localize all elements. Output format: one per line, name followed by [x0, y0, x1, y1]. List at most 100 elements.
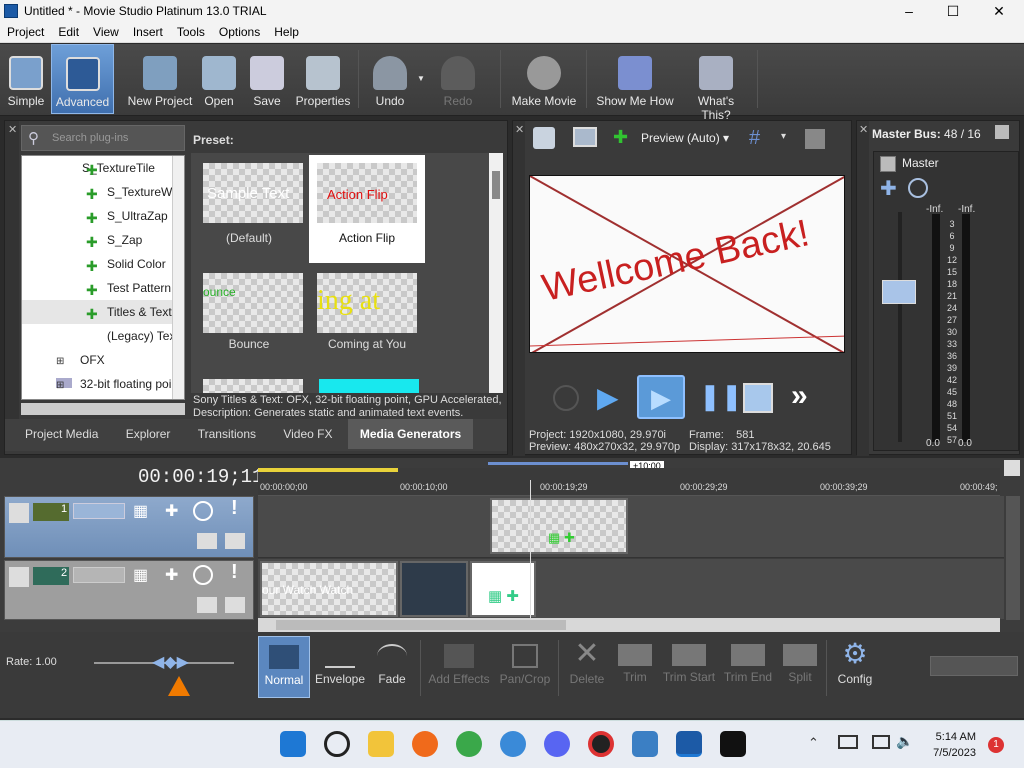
- play-button[interactable]: ▶: [637, 375, 685, 419]
- track-fx-icon[interactable]: ✚: [165, 565, 178, 585]
- display-icon[interactable]: [872, 735, 890, 749]
- grid-icon[interactable]: #: [749, 127, 760, 150]
- preset-scrollbar[interactable]: [489, 153, 503, 393]
- track-fx-icon[interactable]: ✚: [165, 501, 178, 521]
- zoom-slider[interactable]: [930, 656, 1018, 676]
- tab-transitions[interactable]: Transitions: [186, 419, 268, 449]
- timeline-clip[interactable]: [400, 561, 468, 617]
- menu-options[interactable]: Options: [212, 23, 267, 41]
- windows-start-icon[interactable]: [280, 731, 306, 757]
- play-from-start-button[interactable]: ▶: [597, 381, 619, 414]
- track-name-field[interactable]: [73, 567, 125, 583]
- menu-edit[interactable]: Edit: [51, 23, 86, 41]
- monitor-icon[interactable]: [573, 127, 597, 147]
- preset-bounce[interactable]: ounce Bounce: [193, 269, 305, 359]
- preset-thumbnail[interactable]: [319, 379, 419, 393]
- delete-button[interactable]: ✕ Delete: [564, 636, 610, 698]
- discord-icon[interactable]: [544, 731, 570, 757]
- undo-button[interactable]: Undo: [368, 44, 412, 114]
- menu-tools[interactable]: Tools: [170, 23, 212, 41]
- search-icon[interactable]: [324, 731, 350, 757]
- mixer-icon[interactable]: [995, 125, 1009, 139]
- tree-item-legacy-text[interactable]: (Legacy) Tex: [22, 324, 172, 348]
- fade-button[interactable]: Fade: [368, 636, 416, 698]
- track-mute-icon[interactable]: [193, 501, 213, 521]
- track-lane-1[interactable]: ▦ ✚: [258, 496, 1004, 558]
- preset-default[interactable]: Sample Text (Default): [193, 155, 305, 263]
- preset-coming-at-you[interactable]: ing at Coming at You: [309, 269, 425, 359]
- chevron-up-icon[interactable]: ⌃: [808, 735, 819, 751]
- recorder-icon[interactable]: [588, 731, 614, 757]
- track-header-1[interactable]: 1 ▦ ✚ !: [4, 496, 254, 558]
- minimize-button[interactable]: –: [886, 0, 932, 23]
- preview-settings-icon[interactable]: [533, 127, 555, 149]
- timeline-ruler[interactable]: 00:00:00;00 00:00:10;00 00:00:19;29 00:0…: [258, 468, 1000, 496]
- close-button[interactable]: ✕: [976, 0, 1022, 23]
- maximize-button[interactable]: ☐: [930, 0, 976, 23]
- master-fader[interactable]: [882, 280, 916, 304]
- grid-dropdown[interactable]: ▾: [781, 131, 786, 142]
- file-explorer-icon[interactable]: [368, 731, 394, 757]
- tree-folder-ofx[interactable]: OFX: [22, 348, 172, 372]
- zoom-bar[interactable]: [488, 462, 628, 465]
- track-expand-icon[interactable]: [9, 567, 29, 587]
- notepad-icon[interactable]: [632, 731, 658, 757]
- notification-badge[interactable]: 1: [988, 737, 1004, 753]
- tree-scrollbar[interactable]: [172, 156, 184, 399]
- normal-edit-button[interactable]: Normal: [258, 636, 310, 698]
- plugin-search-box[interactable]: ⚲ Search plug-ins: [21, 125, 185, 151]
- track-motion-icon[interactable]: ▦: [133, 565, 148, 585]
- pause-button[interactable]: ❚❚: [699, 381, 743, 412]
- open-button[interactable]: Open: [198, 44, 240, 114]
- chrome-icon[interactable]: [456, 731, 482, 757]
- fx-plus-icon[interactable]: ✚: [613, 127, 628, 148]
- timeline-v-scrollbar[interactable]: [1006, 496, 1020, 620]
- browser-icon[interactable]: [500, 731, 526, 757]
- new-project-button[interactable]: New Project: [124, 44, 196, 114]
- properties-button[interactable]: Properties: [293, 44, 353, 114]
- track-header-2[interactable]: 2 ▦ ✚ !: [4, 560, 254, 620]
- advanced-button[interactable]: Advanced: [51, 44, 114, 114]
- copy-snapshot-icon[interactable]: [805, 129, 825, 149]
- tab-media-generators[interactable]: Media Generators: [347, 419, 474, 449]
- preset-action-flip[interactable]: Action Flip Action Flip: [309, 155, 425, 263]
- timeline-options-icon[interactable]: [1004, 460, 1020, 476]
- record-button[interactable]: [553, 385, 579, 411]
- envelope-button[interactable]: Envelope: [314, 636, 366, 698]
- menu-view[interactable]: View: [86, 23, 126, 41]
- compositing-mode-icon[interactable]: [197, 533, 217, 549]
- add-effects-button[interactable]: Add Effects: [426, 636, 492, 698]
- timeline-clip[interactable]: ▦ ✚: [470, 561, 536, 617]
- track-mute-icon[interactable]: [193, 565, 213, 585]
- fast-forward-button[interactable]: »: [791, 379, 808, 413]
- timeline-clip[interactable]: ▦ ✚: [490, 498, 628, 554]
- movie-studio-taskbar-icon[interactable]: [676, 731, 702, 757]
- make-movie-button[interactable]: Make Movie: [510, 44, 578, 114]
- track-level-icon[interactable]: [225, 597, 245, 613]
- rate-marker[interactable]: [168, 676, 190, 696]
- trim-button[interactable]: Trim: [612, 636, 658, 698]
- track-motion-icon[interactable]: ▦: [133, 501, 148, 521]
- timeline-h-scrollbar[interactable]: [258, 618, 1000, 632]
- simple-button[interactable]: Simple: [2, 44, 50, 114]
- tree-folder-32bit[interactable]: 32-bit floating poin: [22, 372, 172, 396]
- undo-dropdown[interactable]: ▼: [414, 44, 428, 114]
- tree-h-scrollbar[interactable]: [21, 403, 185, 415]
- scroll-thumb[interactable]: [276, 620, 566, 630]
- menu-help[interactable]: Help: [267, 23, 306, 41]
- timeline-clip[interactable]: our Watch Watch: [260, 561, 398, 617]
- track-expand-icon[interactable]: [9, 503, 29, 523]
- compositing-mode-icon[interactable]: [197, 597, 217, 613]
- whats-this-button[interactable]: What's This?: [682, 44, 750, 122]
- app-b-icon[interactable]: [720, 731, 746, 757]
- preview-quality-dropdown[interactable]: Preview (Auto) ▾: [641, 131, 729, 145]
- tab-video-fx[interactable]: Video FX: [271, 419, 344, 449]
- playhead[interactable]: [530, 480, 531, 620]
- trim-start-button[interactable]: Trim Start: [660, 636, 718, 698]
- search-input[interactable]: Search plug-ins: [52, 132, 128, 144]
- volume-icon[interactable]: 🔈: [896, 733, 913, 750]
- track-name-field[interactable]: [73, 503, 125, 519]
- pan-crop-button[interactable]: Pan/Crop: [496, 636, 554, 698]
- menu-project[interactable]: Project: [0, 23, 51, 41]
- tab-explorer[interactable]: Explorer: [114, 419, 183, 449]
